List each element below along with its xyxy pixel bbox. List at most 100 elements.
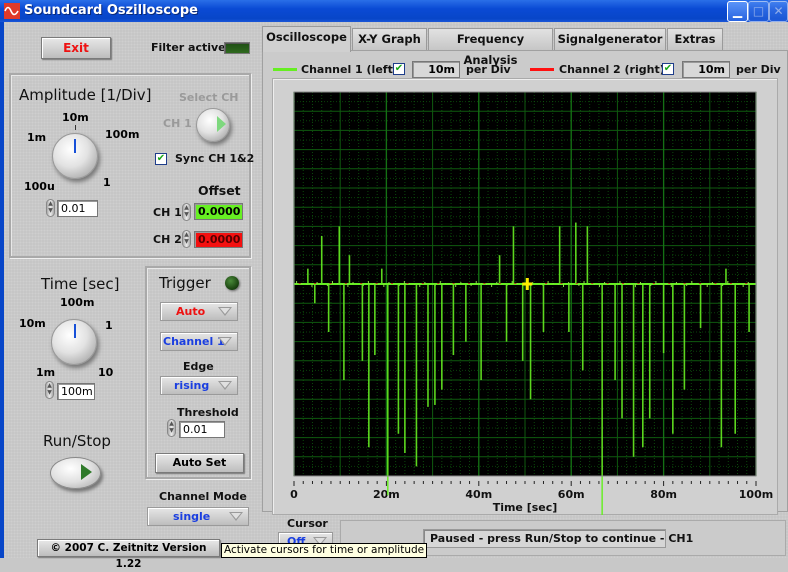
- time-tick-10: 10: [98, 366, 114, 379]
- x-tick-label: 20m: [373, 488, 400, 501]
- amplitude-knob-indicator: [74, 139, 76, 153]
- amplitude-title: Amplitude [1/Div]: [19, 86, 152, 104]
- ch2-trace-dot: [421, 283, 424, 284]
- ch2-trace-dot: [483, 283, 486, 284]
- threshold-label: Threshold: [177, 406, 239, 419]
- trigger-source-dropdown[interactable]: Channel 1: [160, 332, 238, 351]
- ch2-trace-dot: [606, 283, 609, 284]
- ch2-trace-dot: [560, 283, 563, 284]
- ch1-legend-line: [273, 68, 297, 71]
- exit-button[interactable]: Exit: [41, 37, 111, 59]
- x-axis-label: Time [sec]: [493, 501, 558, 514]
- x-tick-label: 80m: [650, 488, 677, 501]
- ch2-trace-dot: [344, 283, 347, 284]
- tab-xy-graph[interactable]: X-Y Graph: [352, 28, 427, 50]
- time-spinner[interactable]: ▲ ▼: [45, 381, 54, 399]
- threshold-input[interactable]: 0.01: [179, 421, 225, 438]
- ch2-trace-dot: [375, 283, 378, 284]
- select-ch-arrow-icon: [217, 116, 226, 132]
- close-button[interactable]: ✕: [769, 1, 788, 22]
- ch2-trace-dot: [329, 283, 332, 284]
- trigger-mode-dropdown[interactable]: Auto: [160, 302, 238, 321]
- ch2-trace-dot: [391, 283, 394, 284]
- tab-extras[interactable]: Extras: [667, 28, 723, 50]
- window-border: [0, 22, 4, 558]
- chevron-down-icon: [218, 337, 232, 346]
- ch1-per-div-label: per Div: [466, 63, 511, 76]
- amplitude-spinner[interactable]: ▲ ▼: [46, 199, 55, 217]
- x-tick-label: 0: [290, 488, 298, 501]
- status-text: Paused - press Run/Stop to continue - CH…: [423, 529, 693, 548]
- filter-active-label: Filter active: [151, 41, 226, 54]
- auto-set-button[interactable]: Auto Set: [155, 453, 244, 473]
- ch2-trace-dot: [298, 283, 301, 284]
- ch2-trace-dot: [699, 283, 702, 284]
- ch2-legend-line: [530, 68, 554, 71]
- ch2-trace-dot: [498, 283, 501, 284]
- x-tick-label: 100m: [739, 488, 773, 501]
- ch2-trace-dot: [360, 283, 363, 284]
- offset-ch2-spinner[interactable]: ▲ ▼: [182, 230, 191, 248]
- sync-checkbox[interactable]: ✔: [155, 153, 167, 165]
- time-tick-100m: 100m: [60, 296, 95, 309]
- time-tick-1m: 1m: [36, 366, 56, 379]
- minimize-button[interactable]: ▁: [727, 1, 748, 22]
- ch2-trace-dot: [622, 283, 625, 284]
- x-tick-label: 40m: [465, 488, 492, 501]
- ch2-per-div-label: per Div: [736, 63, 781, 76]
- minimize-icon: ▁: [732, 4, 743, 18]
- tab-signalgenerator[interactable]: Signalgenerator: [554, 28, 666, 50]
- ch2-trace-dot: [652, 283, 655, 284]
- offset-ch1-label: CH 1: [153, 206, 182, 219]
- ch2-trace-dot: [714, 283, 717, 284]
- channel-mode-dropdown[interactable]: single: [147, 507, 249, 526]
- window-title: Soundcard Oszilloscope: [24, 3, 198, 18]
- ch1-label: Channel 1 (left): [301, 63, 398, 76]
- maximize-button[interactable]: □: [748, 1, 769, 22]
- time-knob-indicator: [74, 324, 76, 338]
- maximize-icon: □: [752, 4, 765, 18]
- time-tick-10m: 10m: [19, 317, 46, 330]
- ch2-trace-dot: [575, 283, 578, 284]
- tooltip: Activate cursors for time or amplitude: [221, 543, 428, 558]
- tab-oscilloscope[interactable]: Oscilloscope: [262, 26, 351, 52]
- edge-dropdown[interactable]: rising: [160, 376, 238, 395]
- ch1-per-div-input[interactable]: 10m: [412, 61, 460, 78]
- ch2-trace-dot: [637, 283, 640, 284]
- time-value-input[interactable]: 100m: [57, 383, 95, 400]
- amplitude-tick-100u: 100u: [24, 180, 55, 193]
- sync-label: Sync CH 1&2: [175, 152, 255, 165]
- offset-ch2-input[interactable]: 0.0000: [194, 231, 243, 248]
- trigger-led: [225, 276, 239, 290]
- tab-frequency-analysis[interactable]: Frequency Analysis: [428, 28, 553, 67]
- ch2-trace-dot: [745, 283, 748, 284]
- amplitude-tick-100m: 100m: [105, 128, 140, 141]
- oscilloscope-plot[interactable]: 0 20m 40m 60m 80m 100m Time [sec]: [272, 78, 778, 515]
- run-stop-button[interactable]: [50, 457, 101, 489]
- edge-label: Edge: [183, 360, 214, 373]
- chevron-down-icon: [229, 512, 243, 521]
- ch2-trace-dot: [437, 283, 440, 284]
- threshold-spinner[interactable]: ▲ ▼: [167, 419, 176, 437]
- ch1-enable-checkbox[interactable]: ✔: [393, 63, 405, 75]
- ch2-trace-dot: [452, 283, 455, 284]
- amplitude-tick-mark: [75, 125, 76, 130]
- version-label: © 2007 C. Zeitnitz Version 1.22: [37, 539, 220, 570]
- select-ch-value: CH 1: [163, 117, 192, 130]
- x-tick-label: 60m: [558, 488, 585, 501]
- ch2-enable-checkbox[interactable]: ✔: [662, 63, 674, 75]
- offset-ch1-input[interactable]: 0.0000: [194, 203, 243, 220]
- offset-ch1-spinner[interactable]: ▲ ▼: [182, 203, 191, 221]
- filter-active-led: [224, 42, 250, 54]
- ch2-trace-dot: [729, 283, 732, 284]
- app-icon: [4, 3, 20, 19]
- amplitude-tick-10m: 10m: [62, 111, 89, 124]
- edge-value: rising: [174, 379, 210, 392]
- select-ch-label: Select CH: [179, 91, 239, 104]
- play-icon: [81, 464, 92, 480]
- offset-title: Offset: [198, 183, 241, 198]
- amplitude-value-input[interactable]: 0.01: [57, 200, 98, 217]
- time-title: Time [sec]: [41, 275, 120, 293]
- ch2-per-div-input[interactable]: 10m: [682, 61, 730, 78]
- amplitude-tick-1m: 1m: [27, 131, 47, 144]
